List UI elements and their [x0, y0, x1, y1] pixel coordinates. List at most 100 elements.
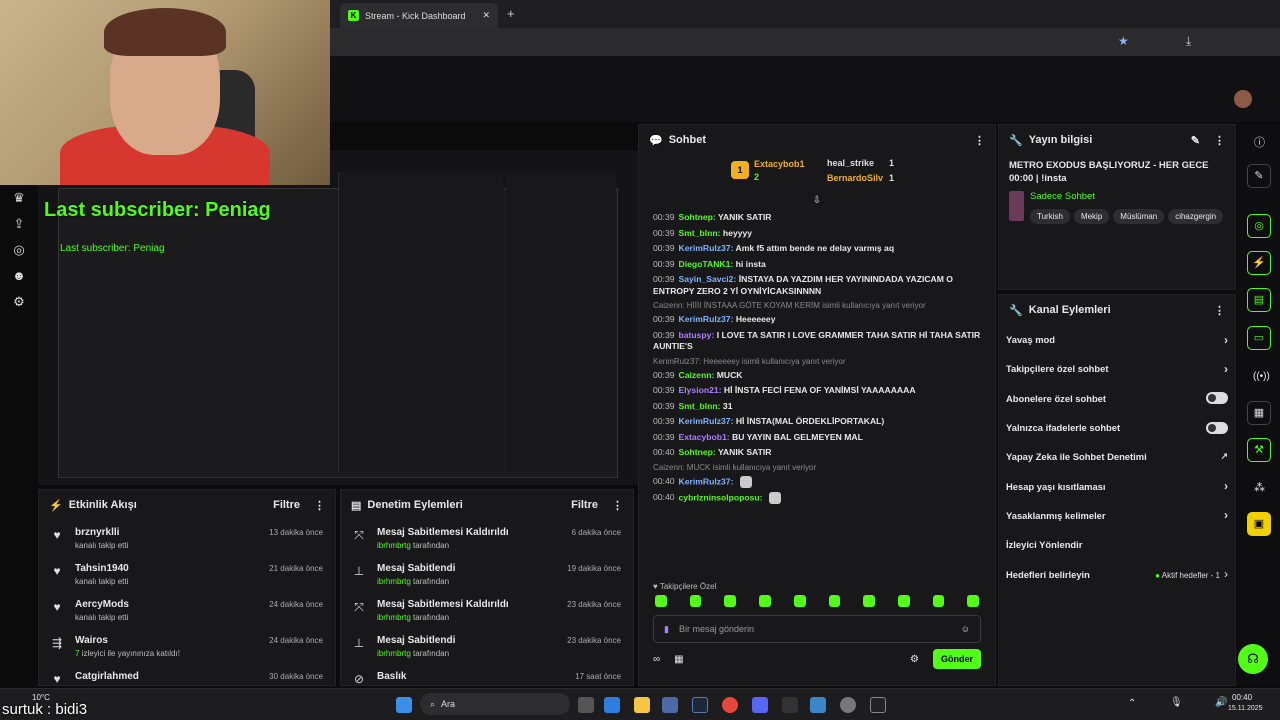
app-icon[interactable] — [870, 697, 886, 713]
settings-icon[interactable]: ⚙ — [11, 294, 27, 310]
chevron-right-icon[interactable]: › — [1224, 362, 1228, 376]
toggle-switch[interactable] — [1206, 421, 1228, 434]
volume-icon[interactable]: 🔊 — [1215, 697, 1227, 708]
activity-row[interactable]: ⇶ Wairos 7 izleyici ile yayınınıza katıldı… — [39, 628, 335, 664]
edit-icon[interactable]: ✎ — [1247, 164, 1271, 188]
activity-filter-button[interactable]: Filtre — [273, 499, 300, 511]
new-tab-button[interactable]: + — [507, 6, 515, 21]
app-icon[interactable] — [662, 697, 678, 713]
taskbar-search[interactable]: ⌕ Ara — [420, 693, 570, 715]
activity-row[interactable]: ♥ Tahsin1940 kanalı takip etti 21 dakika ön… — [39, 556, 335, 592]
moderation-row[interactable]: ⊥ Mesaj Sabitlendi ibrhmbrtg tarafından 23 … — [341, 628, 633, 664]
chrome-icon[interactable] — [722, 697, 738, 713]
camera-icon[interactable]: ◎ — [11, 242, 27, 258]
tray-chevron-icon[interactable]: ⌃ — [1128, 698, 1136, 709]
toggle-switch[interactable] — [1206, 392, 1228, 405]
category-name[interactable]: Sadece Sohbet — [1030, 191, 1225, 202]
chat-username[interactable]: cybrlzninsolpoposu: — [679, 492, 763, 502]
camera-icon[interactable]: ◎ — [1247, 214, 1271, 238]
mic-icon[interactable]: 🎙 — [1170, 697, 1183, 708]
infinity-icon[interactable]: ∞ — [653, 654, 660, 665]
chat-message[interactable]: 00:39 Caizenn: MUCK — [639, 368, 995, 384]
stream-tag[interactable]: Müslüman — [1113, 209, 1165, 224]
settings-icon[interactable]: ⚙ — [910, 654, 919, 665]
moderation-filter-button[interactable]: Filtre — [571, 499, 598, 511]
moderation-row[interactable]: ⤧ Mesaj Sabitlemesi Kaldırıldı ibrhmbrtg t… — [341, 592, 633, 628]
chat-username[interactable]: Smt_blnn: — [679, 401, 721, 411]
chat-username[interactable]: Sohtnep: — [679, 447, 716, 457]
chat-username[interactable]: Caizenn: — [679, 370, 715, 380]
emote-icon[interactable] — [793, 595, 806, 607]
chat-message[interactable]: 00:39 DiegoTANK1: hi insta — [639, 257, 995, 273]
chat-message[interactable]: 00:39 Elysion21: Hİ İNSTA FECİ FENA OF YA… — [639, 383, 995, 399]
chat-username[interactable]: KerimRulz37: — [679, 243, 734, 253]
chat-username[interactable]: batuspy: — [679, 330, 715, 340]
emote-icon[interactable] — [655, 595, 667, 607]
photos-icon[interactable] — [810, 697, 826, 713]
activity-user[interactable]: Catgirlahmed — [75, 670, 257, 683]
emote-icon[interactable] — [828, 595, 841, 607]
external-link-icon[interactable]: ↗ — [1220, 451, 1228, 462]
epic-games-icon[interactable] — [782, 697, 798, 713]
chat-message[interactable]: 00:39 Smt_blnn: 31 — [639, 399, 995, 415]
scroll-down-icon[interactable]: ⇩ — [639, 195, 995, 206]
send-button[interactable]: Gönder — [933, 649, 981, 669]
chat-username[interactable]: Extacybob1: — [679, 432, 730, 442]
chat-message[interactable]: 00:39 Extacybob1: BU YAYIN BAL GELMEYEN M… — [639, 430, 995, 446]
chat-message[interactable]: 00:39 Smt_blnn: heyyyy — [639, 226, 995, 242]
chat-input[interactable]: ▮ Bir mesaj gönderin ☺ — [653, 615, 981, 643]
lightning-icon[interactable]: ⚡ — [1247, 251, 1271, 275]
chat-message[interactable]: 00:39 Sayin_Savci2: İNSTAYA DA YAZDIM HER… — [639, 272, 995, 299]
dots-icon[interactable]: ⁂ — [1254, 481, 1265, 494]
activity-row[interactable]: ♥ AercyMods kanalı takip etti 24 dakika önc… — [39, 592, 335, 628]
calculator-icon[interactable] — [604, 697, 620, 713]
emote-icon[interactable] — [724, 595, 737, 607]
file-explorer-icon[interactable] — [634, 697, 650, 713]
browser-tab[interactable]: K Stream - Kick Dashboard ✕ — [340, 3, 498, 28]
steam-icon[interactable] — [692, 697, 708, 713]
more-icon[interactable]: ⋮ — [1214, 134, 1225, 147]
discord-icon[interactable] — [752, 697, 768, 713]
moderation-row[interactable]: ⤧ Mesaj Sabitlemesi Kaldırıldı ibrhmbrtg t… — [341, 520, 633, 556]
address-bar[interactable] — [330, 28, 1280, 56]
chat-message[interactable]: 00:39 batuspy: I LOVE TA SATIR I LOVE GRA… — [639, 328, 995, 355]
users-icon[interactable]: ☻ — [11, 268, 27, 284]
download-icon[interactable]: ⤓ — [1186, 34, 1191, 49]
chat-username[interactable]: KerimRulz37: — [679, 314, 734, 324]
chevron-right-icon[interactable]: › — [1224, 508, 1228, 522]
chat-username[interactable]: Smt_blnn: — [679, 228, 721, 238]
broadcast-icon[interactable]: ((•)) — [1253, 371, 1270, 382]
tab-close-icon[interactable]: ✕ — [482, 10, 490, 21]
clipboard-icon[interactable]: ▤ — [1247, 288, 1271, 312]
layout-icon[interactable]: ▦ — [1247, 401, 1271, 425]
chat-icon[interactable]: ▭ — [1247, 326, 1271, 350]
chat-username[interactable]: Elysion21: — [679, 385, 722, 395]
chat-username[interactable]: KerimRulz37: — [679, 476, 734, 486]
moderation-row[interactable]: ⊥ Mesaj Sabitlendi ibrhmbrtg tarafından 19 … — [341, 556, 633, 592]
moderator-name[interactable]: ibrhmbrtg — [377, 541, 411, 550]
more-icon[interactable]: ⋮ — [612, 499, 623, 512]
channel-action-row[interactable]: Takipçilere özel sohbet › — [999, 354, 1235, 383]
avatar[interactable] — [1234, 90, 1252, 108]
stream-tag[interactable]: Turkish — [1030, 209, 1070, 224]
channel-action-row[interactable]: Yavaş mod › — [999, 325, 1235, 354]
obs-icon[interactable] — [840, 697, 856, 713]
chat-message[interactable]: 00:39 KerimRulz37: Amk f5 attım bende ne … — [639, 241, 995, 257]
task-view-icon[interactable] — [578, 697, 594, 713]
gift-icon[interactable]: ▣ — [1247, 512, 1271, 536]
channel-action-row[interactable]: Yapay Zeka ile Sohbet Denetimi ↗ — [999, 442, 1235, 471]
channel-action-row[interactable]: Hesap yaşı kısıtlaması › — [999, 471, 1235, 500]
activity-user[interactable]: brznyrklli — [75, 526, 257, 539]
upload-icon[interactable]: ⇪ — [11, 216, 27, 232]
moderator-name[interactable]: ibrhmbrtg — [377, 577, 411, 586]
emoji-icon[interactable]: ☺ — [961, 624, 970, 634]
chat-message[interactable]: 00:39 Sohtnep: YANIK SATIR — [639, 210, 995, 226]
chevron-right-icon[interactable]: › — [1224, 479, 1228, 493]
chat-username[interactable]: Sohtnep: — [679, 212, 716, 222]
more-icon[interactable]: ⋮ — [1214, 304, 1225, 317]
trophy-icon[interactable]: ♛ — [11, 190, 27, 206]
emote-icon[interactable] — [932, 595, 945, 607]
stream-tag[interactable]: Mekip — [1073, 209, 1110, 224]
chat-message[interactable]: 00:40 cybrlzninsolpoposu: — [639, 490, 995, 506]
chat-username[interactable]: Sayin_Savci2: — [679, 274, 737, 284]
